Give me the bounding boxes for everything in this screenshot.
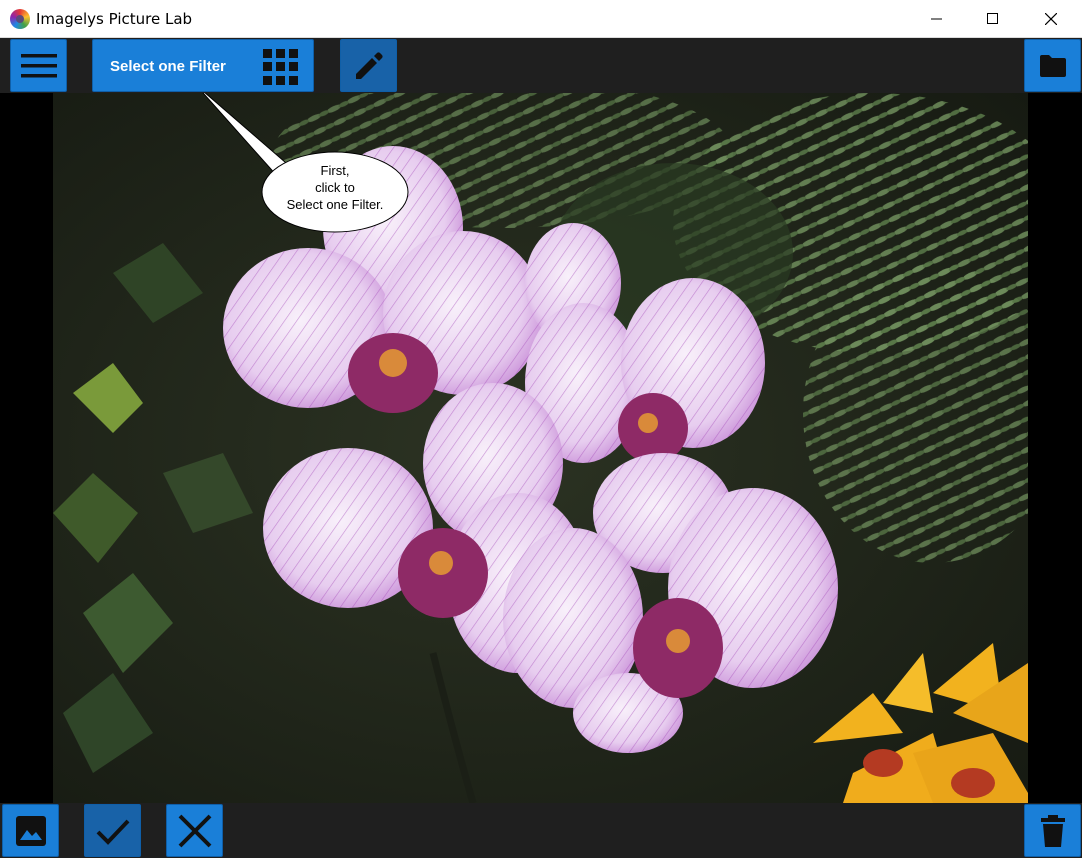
maximize-button[interactable] bbox=[964, 0, 1022, 38]
cancel-button[interactable] bbox=[166, 804, 223, 857]
callout-line-3: Select one Filter. bbox=[286, 197, 384, 212]
grid-icon bbox=[263, 49, 299, 85]
app-logo-icon bbox=[10, 9, 30, 29]
close-icon bbox=[1045, 13, 1057, 25]
callout-line-1: First, bbox=[320, 163, 350, 178]
top-toolbar: Select one Filter bbox=[0, 38, 1082, 93]
select-filter-button[interactable]: Select one Filter bbox=[92, 39, 314, 92]
close-x-icon bbox=[178, 814, 211, 847]
window-title-bar: Imagelys Picture Lab bbox=[0, 0, 1082, 38]
image-icon bbox=[15, 815, 46, 846]
callout-line-2: click to bbox=[315, 180, 355, 195]
hamburger-menu-icon bbox=[20, 53, 57, 77]
minimize-button[interactable] bbox=[908, 0, 966, 38]
edit-button[interactable] bbox=[340, 39, 397, 92]
delete-button[interactable] bbox=[1024, 804, 1081, 857]
maximize-icon bbox=[987, 13, 998, 24]
callout-bubble: First, click to Select one Filter. bbox=[262, 162, 408, 213]
image-viewer[interactable] bbox=[0, 93, 1082, 803]
folder-icon bbox=[1039, 54, 1066, 77]
open-folder-button[interactable] bbox=[1024, 39, 1081, 92]
pencil-icon bbox=[355, 51, 383, 79]
select-filter-label: Select one Filter bbox=[110, 58, 226, 75]
apply-button[interactable] bbox=[84, 804, 141, 857]
minimize-icon bbox=[931, 18, 942, 20]
window-title: Imagelys Picture Lab bbox=[36, 10, 193, 28]
image-button[interactable] bbox=[2, 804, 59, 857]
checkmark-icon bbox=[96, 819, 129, 845]
trash-icon bbox=[1040, 814, 1065, 847]
menu-button[interactable] bbox=[10, 39, 67, 92]
close-window-button[interactable] bbox=[1022, 0, 1080, 38]
orchid-photo bbox=[53, 93, 1028, 803]
bottom-toolbar bbox=[0, 803, 1082, 858]
